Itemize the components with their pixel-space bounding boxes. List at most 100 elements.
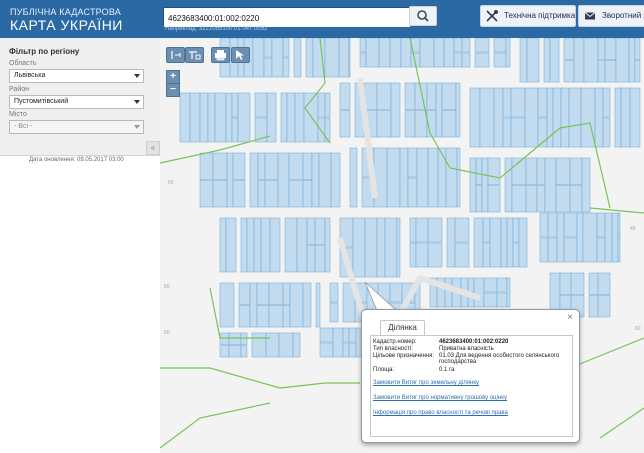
parcel: [525, 185, 538, 213]
order-valuation-extract-link[interactable]: Замовити Витяг про нормативну грошову оц…: [373, 395, 507, 401]
parcel: [384, 217, 398, 278]
parcel: [473, 277, 485, 308]
parcel: [286, 92, 296, 143]
parcel: [526, 38, 540, 83]
parcel: [446, 217, 456, 268]
print-button[interactable]: [211, 47, 230, 63]
parcel: [266, 92, 277, 143]
parcel: [433, 38, 445, 68]
parcel: [219, 332, 230, 345]
zoom-in-button[interactable]: +: [166, 70, 180, 84]
filter-title: Фільтр по регіону: [9, 47, 80, 56]
parcel: [376, 82, 392, 110]
sidebar: Фільтр по регіону Область Львівська Райо…: [0, 38, 160, 453]
parcel: [252, 38, 265, 78]
parcel: [547, 237, 558, 263]
parcel: [378, 38, 391, 68]
parcel: [569, 185, 583, 213]
oblast-value: Львівська: [14, 72, 46, 79]
search-box: [163, 7, 410, 27]
parcel: [302, 180, 313, 208]
parcel: [293, 38, 302, 78]
parcel: [419, 38, 435, 68]
parcel: [617, 212, 621, 238]
parcel: [359, 38, 367, 53]
raion-select[interactable]: Пустомитівський: [9, 95, 144, 109]
parcel: [342, 327, 350, 343]
parcel: [487, 157, 501, 185]
parcel: [415, 217, 429, 243]
parcel: [445, 147, 458, 208]
misto-value: - Всі -: [14, 123, 33, 130]
parcel: [231, 92, 239, 118]
parcel: [359, 52, 367, 68]
parcel: [588, 295, 599, 318]
parcel: [251, 332, 267, 358]
parcel: [441, 110, 457, 138]
search-input[interactable]: [164, 10, 410, 27]
parcel: [511, 185, 527, 213]
parcel: [611, 212, 619, 263]
tab-parcel[interactable]: Ділянка: [380, 320, 425, 336]
parcel: [364, 217, 378, 278]
identify-button[interactable]: [231, 47, 250, 63]
parcel: [240, 217, 248, 273]
parcel: [474, 38, 490, 53]
parcel: [427, 242, 443, 268]
parcel: [475, 185, 483, 213]
parcel: [597, 38, 606, 60]
parcel: [237, 92, 251, 143]
zoom-out-button[interactable]: −: [166, 83, 180, 97]
parcel: [544, 157, 557, 213]
parcel: [231, 117, 239, 143]
feedback-button[interactable]: Зворотний зв: [578, 5, 644, 27]
close-icon[interactable]: ×: [567, 312, 573, 323]
parcel: [256, 305, 270, 328]
parcel: [427, 147, 439, 208]
envelope-icon: [584, 12, 596, 20]
parcel: [563, 60, 575, 83]
parcel: [453, 38, 463, 53]
misto-select[interactable]: - Всі -: [9, 120, 144, 134]
tools-icon: [486, 10, 498, 22]
parcel: [302, 152, 313, 180]
parcel: [189, 92, 201, 143]
parcel: [339, 110, 351, 138]
parcel: [414, 82, 428, 110]
oblast-select[interactable]: Львівська: [9, 69, 144, 83]
parcel: [504, 157, 513, 213]
parcel: [573, 38, 585, 83]
parcel: [415, 242, 429, 268]
parcel: [348, 327, 357, 343]
parcel: [437, 147, 447, 208]
measure-area-button[interactable]: [185, 47, 204, 63]
parcel: [634, 38, 641, 60]
parcel: [324, 217, 331, 273]
parcel: [602, 87, 611, 118]
parcel: [461, 38, 471, 53]
parcel: [583, 38, 599, 83]
parcel: [456, 147, 461, 208]
print-icon: [215, 50, 226, 61]
order-parcel-extract-link[interactable]: Замовити Витяг про земельну ділянку: [373, 380, 479, 386]
logo-title-small[interactable]: ПУБЛІЧНА КАДАСТРОВА: [10, 7, 121, 17]
parcel: [228, 345, 242, 358]
collapse-sidebar-button[interactable]: «: [146, 141, 160, 155]
parcel: [597, 272, 611, 295]
measure-distance-button[interactable]: [166, 47, 185, 63]
parcel: [339, 82, 351, 110]
identify-icon: [236, 50, 244, 60]
parcel: [315, 282, 321, 328]
search-button[interactable]: [409, 6, 437, 26]
parcel: [506, 277, 511, 308]
parcel: [288, 180, 304, 208]
search-hint: Наприклад: 3221055100:01:047:0052: [165, 26, 268, 32]
parcel: [518, 217, 528, 268]
parcel: [597, 60, 606, 83]
ownership-info-link[interactable]: Інформація про право власності та речові…: [373, 410, 508, 416]
feedback-label: Зворотний зв: [602, 11, 644, 20]
logo-title[interactable]: КАРТА УКРАЇНИ: [10, 17, 123, 33]
parcel: [454, 217, 470, 243]
support-button[interactable]: Технічна підтримка: [480, 5, 576, 27]
parcel: [537, 87, 548, 118]
